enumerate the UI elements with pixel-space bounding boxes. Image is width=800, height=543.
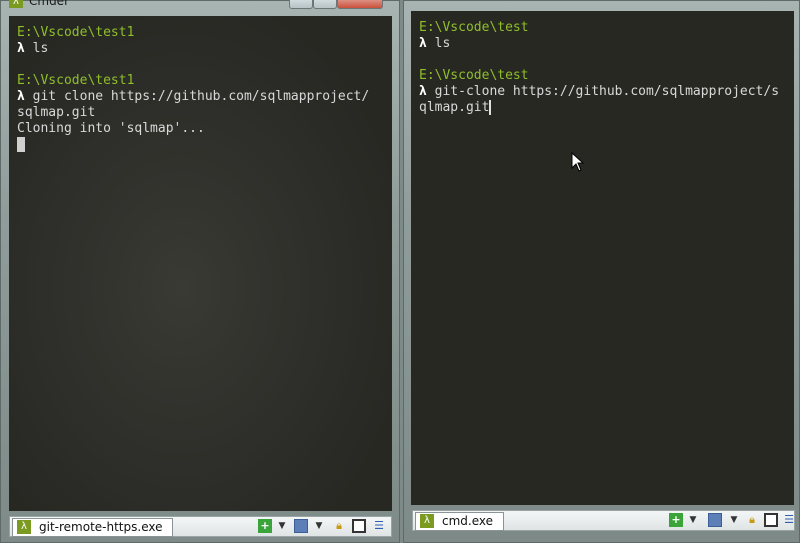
cursor-line xyxy=(17,137,384,153)
window-icon[interactable] xyxy=(764,513,778,527)
tab-label: git-remote-https.exe xyxy=(39,520,163,534)
cmder-logo-icon: λ xyxy=(9,0,23,8)
path-line: E:\Vscode\test xyxy=(419,68,529,83)
path-line: E:\Vscode\test xyxy=(419,20,529,35)
cmder-tab-icon: λ xyxy=(420,514,434,528)
console-tab[interactable]: λ cmd.exe xyxy=(415,512,505,531)
chevron-down-icon[interactable]: ▼ xyxy=(312,519,326,533)
split-icon[interactable] xyxy=(708,513,722,527)
command-text: git clone https://github.com/sqlmapproje… xyxy=(24,89,370,104)
lock-icon[interactable]: 🔒︎ xyxy=(332,519,346,533)
cmder-window-left: λ Cmder E:\Vscode\test1 λ ls E:\Vscode\t… xyxy=(0,0,400,543)
prompt-line: λ ls xyxy=(17,41,384,57)
console-output: E:\Vscode\test λ ls E:\Vscode\test λ git… xyxy=(411,11,794,116)
prompt-line: λ git-clone https://github.com/sqlmappro… xyxy=(419,84,786,100)
mouse-pointer-icon xyxy=(571,152,585,172)
lock-icon[interactable]: 🔒︎ xyxy=(745,513,759,527)
command-text: ls xyxy=(24,41,49,56)
path-line: E:\Vscode\test1 xyxy=(17,73,135,88)
close-button[interactable] xyxy=(337,0,383,9)
tab-label: cmd.exe xyxy=(442,514,494,528)
path-line: E:\Vscode\test1 xyxy=(17,25,135,40)
chevron-down-icon[interactable]: ▼ xyxy=(686,513,700,527)
status-bar: λ cmd.exe + ▼ ▼ 🔒︎ ☰ xyxy=(412,510,795,531)
split-icon[interactable] xyxy=(294,519,308,533)
plus-icon[interactable]: + xyxy=(258,519,272,533)
console-tab[interactable]: λ git-remote-https.exe xyxy=(12,518,174,537)
output-line: Cloning into 'sqlmap'... xyxy=(17,121,205,136)
console-pane[interactable]: E:\Vscode\test1 λ ls E:\Vscode\test1 λ g… xyxy=(9,16,392,511)
prompt-line: λ ls xyxy=(419,36,786,52)
lambda-prompt: λ xyxy=(17,89,25,104)
chevron-down-icon[interactable]: ▼ xyxy=(727,513,741,527)
block-cursor xyxy=(17,137,25,152)
prompt-line: λ git clone https://github.com/sqlmappro… xyxy=(17,89,384,105)
maximize-button[interactable] xyxy=(313,0,337,9)
output-line: qlmap.git xyxy=(419,100,786,116)
command-continuation: qlmap.git xyxy=(419,100,490,115)
lambda-prompt: λ xyxy=(419,36,427,51)
console-output: E:\Vscode\test1 λ ls E:\Vscode\test1 λ g… xyxy=(9,16,392,153)
command-text: git-clone https://github.com/sqlmapproje… xyxy=(426,84,780,99)
console-pane[interactable]: E:\Vscode\test λ ls E:\Vscode\test λ git… xyxy=(411,11,794,505)
text-cursor xyxy=(489,100,492,115)
chevron-down-icon[interactable]: ▼ xyxy=(275,519,289,533)
window-icon[interactable] xyxy=(352,519,366,533)
menu-icon[interactable]: ☰ xyxy=(782,513,796,527)
lambda-prompt: λ xyxy=(419,84,427,99)
lambda-prompt: λ xyxy=(17,41,25,56)
titlebar[interactable]: λ Cmder xyxy=(1,0,399,9)
minimize-button[interactable] xyxy=(289,0,313,9)
cmder-tab-icon: λ xyxy=(17,520,31,534)
window-title: Cmder xyxy=(29,0,70,8)
status-bar: λ git-remote-https.exe + ▼ ▼ 🔒︎ ☰ xyxy=(9,516,392,537)
plus-icon[interactable]: + xyxy=(669,513,683,527)
menu-icon[interactable]: ☰ xyxy=(372,519,386,533)
output-line: sqlmap.git xyxy=(17,105,96,120)
command-text: ls xyxy=(426,36,451,51)
cmder-window-right: E:\Vscode\test λ ls E:\Vscode\test λ git… xyxy=(403,0,800,543)
